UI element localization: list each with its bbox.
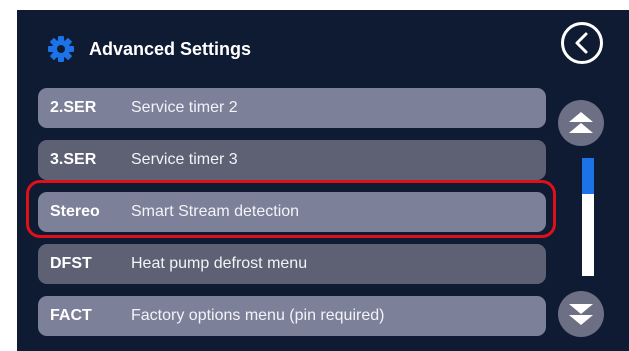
back-button[interactable] bbox=[561, 22, 603, 64]
scrollbar-thumb[interactable] bbox=[582, 158, 594, 194]
menu-item-code: Stereo bbox=[50, 203, 100, 220]
double-chevron-up-icon bbox=[569, 112, 593, 133]
menu-item-description: Service timer 2 bbox=[131, 99, 238, 116]
menu-item-description: Heat pump defrost menu bbox=[131, 255, 308, 272]
settings-screen: Advanced Settings 2.SER Service timer 2 … bbox=[17, 10, 629, 351]
page-title: Advanced Settings bbox=[89, 38, 252, 59]
scroll-up-button[interactable] bbox=[558, 100, 604, 146]
menu-item-code: DFST bbox=[50, 255, 92, 272]
gear-icon bbox=[47, 35, 75, 63]
menu-item-dfst[interactable]: DFST Heat pump defrost menu bbox=[38, 244, 546, 284]
menu-item-code: FACT bbox=[50, 307, 92, 324]
menu-item-code: 3.SER bbox=[50, 151, 97, 168]
menu-item-3-ser[interactable]: 3.SER Service timer 3 bbox=[38, 140, 546, 180]
page-header: Advanced Settings bbox=[47, 32, 251, 66]
menu-item-description: Service timer 3 bbox=[131, 151, 238, 168]
menu-item-code: 2.SER bbox=[50, 99, 97, 116]
menu-item-description: Smart Stream detection bbox=[131, 203, 300, 220]
menu-item-fact[interactable]: FACT Factory options menu (pin required) bbox=[38, 296, 546, 336]
menu-item-stereo[interactable]: Stereo Smart Stream detection bbox=[38, 192, 546, 232]
menu-item-2-ser[interactable]: 2.SER Service timer 2 bbox=[38, 88, 546, 128]
scrollbar-track[interactable] bbox=[582, 158, 594, 276]
menu-item-description: Factory options menu (pin required) bbox=[131, 307, 385, 324]
scroll-down-button[interactable] bbox=[558, 291, 604, 337]
back-chevron-icon bbox=[575, 32, 588, 54]
double-chevron-down-icon bbox=[569, 304, 593, 325]
